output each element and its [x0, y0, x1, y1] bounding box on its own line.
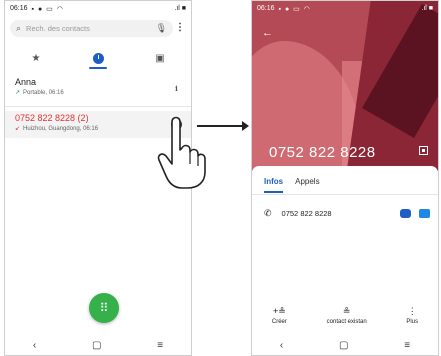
recents-icon[interactable]: ≡ — [157, 340, 163, 351]
search-input[interactable]: ⌕ Rech. des contacts 🎙 — [10, 20, 173, 37]
qr-code-icon[interactable] — [419, 146, 428, 155]
dialpad-button[interactable]: ⠿ — [89, 293, 119, 323]
call-sub: Portable, 06:16 — [23, 90, 64, 96]
back-arrow-icon[interactable]: ← — [262, 27, 273, 39]
star-icon: ★ — [31, 52, 41, 64]
phone-number: 0752 822 8228 — [281, 208, 332, 218]
main-tabs: ★ ▣ — [5, 45, 191, 71]
action-label: Créer — [271, 319, 287, 325]
back-icon[interactable]: ‹ — [280, 340, 283, 351]
call-row-anna[interactable]: Anna ↗ Portable, 06:16 i — [5, 75, 191, 102]
contact-details-screen: 06:16 ▪ ● ▭ ◠ .ıl ■ ← 0752 822 8228 Info… — [251, 0, 439, 356]
status-icons: ▪ ● ▭ ◠ — [278, 5, 311, 13]
contacts-icon: ▣ — [155, 52, 165, 64]
home-icon[interactable]: ▢ — [339, 340, 348, 351]
nav-bar: ‹ ▢ ≡ — [252, 335, 438, 355]
tab-appels[interactable]: Appels — [295, 177, 319, 193]
dialpad-icon: ⠿ — [99, 301, 109, 315]
message-icon[interactable] — [419, 208, 430, 218]
more-button[interactable]: ⋮ Plus — [406, 306, 418, 325]
tab-recents[interactable] — [67, 45, 129, 71]
phone-icon: ✆ — [264, 207, 272, 218]
row-actions — [400, 208, 430, 218]
person-icon: ≗ — [342, 306, 351, 316]
tap-hand-icon — [157, 116, 206, 189]
search-placeholder: Rech. des contacts — [26, 24, 90, 33]
back-icon[interactable]: ‹ — [33, 340, 36, 351]
action-label: contact existan — [326, 319, 367, 325]
call-name: Anna — [15, 77, 37, 87]
phone-number-row[interactable]: ✆ 0752 822 8228 — [264, 206, 430, 220]
status-bar: 06:16 ▪ ● ▭ ◠ .ıl ■ — [5, 1, 191, 16]
details-tabs: Infos Appels — [264, 177, 332, 193]
outgoing-call-icon: ↗ — [15, 90, 21, 96]
status-bar: 06:16 ▪ ● ▭ ◠ .ıl ■ — [252, 1, 438, 16]
missed-call-icon: ↙ — [15, 126, 21, 132]
details-sheet: Infos Appels ✆ 0752 822 8228 +≗ Créer ≗ … — [252, 166, 438, 355]
divider — [252, 194, 438, 195]
bottom-actions: +≗ Créer ≗ contact existan ⋮ Plus — [252, 306, 438, 325]
video-call-icon[interactable] — [400, 208, 411, 218]
call-sub: Huizhou, Guangdong, 06:16 — [23, 126, 99, 132]
recents-icon[interactable]: ≡ — [404, 340, 410, 351]
clock-icon — [92, 52, 104, 64]
tab-infos[interactable]: Infos — [264, 177, 284, 193]
search-icon: ⌕ — [16, 23, 22, 33]
microphone-icon[interactable]: 🎙 — [156, 23, 167, 34]
status-time: 06:16 — [10, 5, 28, 12]
status-icons: ▪ ● ▭ ◠ — [31, 5, 64, 13]
more-options-icon[interactable]: ⋮ — [175, 22, 185, 33]
existing-contact-button[interactable]: ≗ contact existan — [327, 306, 367, 325]
nav-bar: ‹ ▢ ≡ — [5, 335, 191, 355]
divider — [5, 106, 191, 107]
create-contact-button[interactable]: +≗ Créer — [272, 306, 287, 325]
call-details: ↗ Portable, 06:16 — [15, 89, 181, 96]
status-time: 06:16 — [257, 5, 275, 12]
action-label: Plus — [406, 319, 419, 325]
tab-contacts[interactable]: ▣ — [129, 45, 191, 71]
info-icon[interactable]: i — [172, 84, 181, 93]
signal-battery-icon: .ıl ■ — [174, 5, 186, 12]
home-icon[interactable]: ▢ — [92, 340, 101, 351]
add-person-icon: +≗ — [272, 306, 286, 316]
contact-number-title: 0752 822 8228 — [269, 144, 376, 161]
tab-favorites[interactable]: ★ — [5, 45, 67, 71]
transition-arrow — [197, 121, 249, 131]
signal-battery-icon: .ıl ■ — [421, 5, 433, 12]
more-icon: ⋮ — [407, 306, 417, 316]
